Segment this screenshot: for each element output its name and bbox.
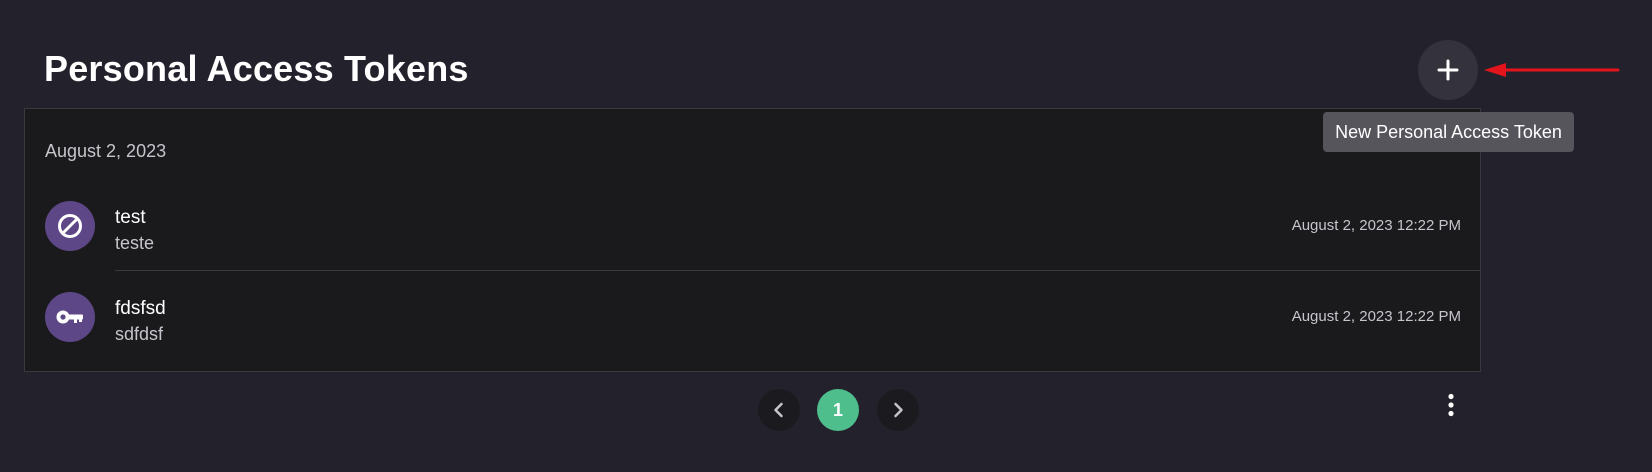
chevron-left-icon: [774, 402, 783, 418]
token-timestamp: August 2, 2023 12:22 PM: [1291, 217, 1461, 234]
chevron-right-icon: [894, 402, 903, 418]
block-icon: [58, 214, 82, 238]
row-divider: [115, 270, 1480, 271]
more-options-button[interactable]: [1436, 392, 1466, 418]
tokens-list: August 2, 2023 test teste August 2, 2023…: [24, 108, 1481, 372]
token-description: teste: [115, 233, 155, 253]
token-row[interactable]: fdsfsd sdfdsf August 2, 2023 12:22 PM: [25, 272, 1480, 362]
token-avatar: [45, 292, 95, 342]
token-description: sdfdsf: [115, 324, 164, 344]
token-avatar: [45, 201, 95, 251]
group-date: August 2, 2023: [45, 141, 167, 161]
token-timestamp: August 2, 2023 12:22 PM: [1291, 308, 1461, 325]
annotation-arrow: [1484, 63, 1620, 77]
new-token-tooltip: New Personal Access Token: [1323, 112, 1574, 152]
page-1-button[interactable]: 1: [817, 389, 859, 431]
page-title: Personal Access Tokens: [44, 48, 469, 89]
key-icon: [56, 310, 83, 324]
previous-page-button[interactable]: [758, 389, 800, 431]
token-name: fdsfsd: [115, 298, 166, 319]
plus-icon: [1437, 59, 1459, 81]
token-name: test: [115, 207, 146, 228]
next-page-button[interactable]: [877, 389, 919, 431]
more-vertical-icon: [1448, 393, 1454, 417]
new-token-button[interactable]: [1418, 40, 1478, 100]
token-row[interactable]: test teste August 2, 2023 12:22 PM: [25, 181, 1480, 271]
